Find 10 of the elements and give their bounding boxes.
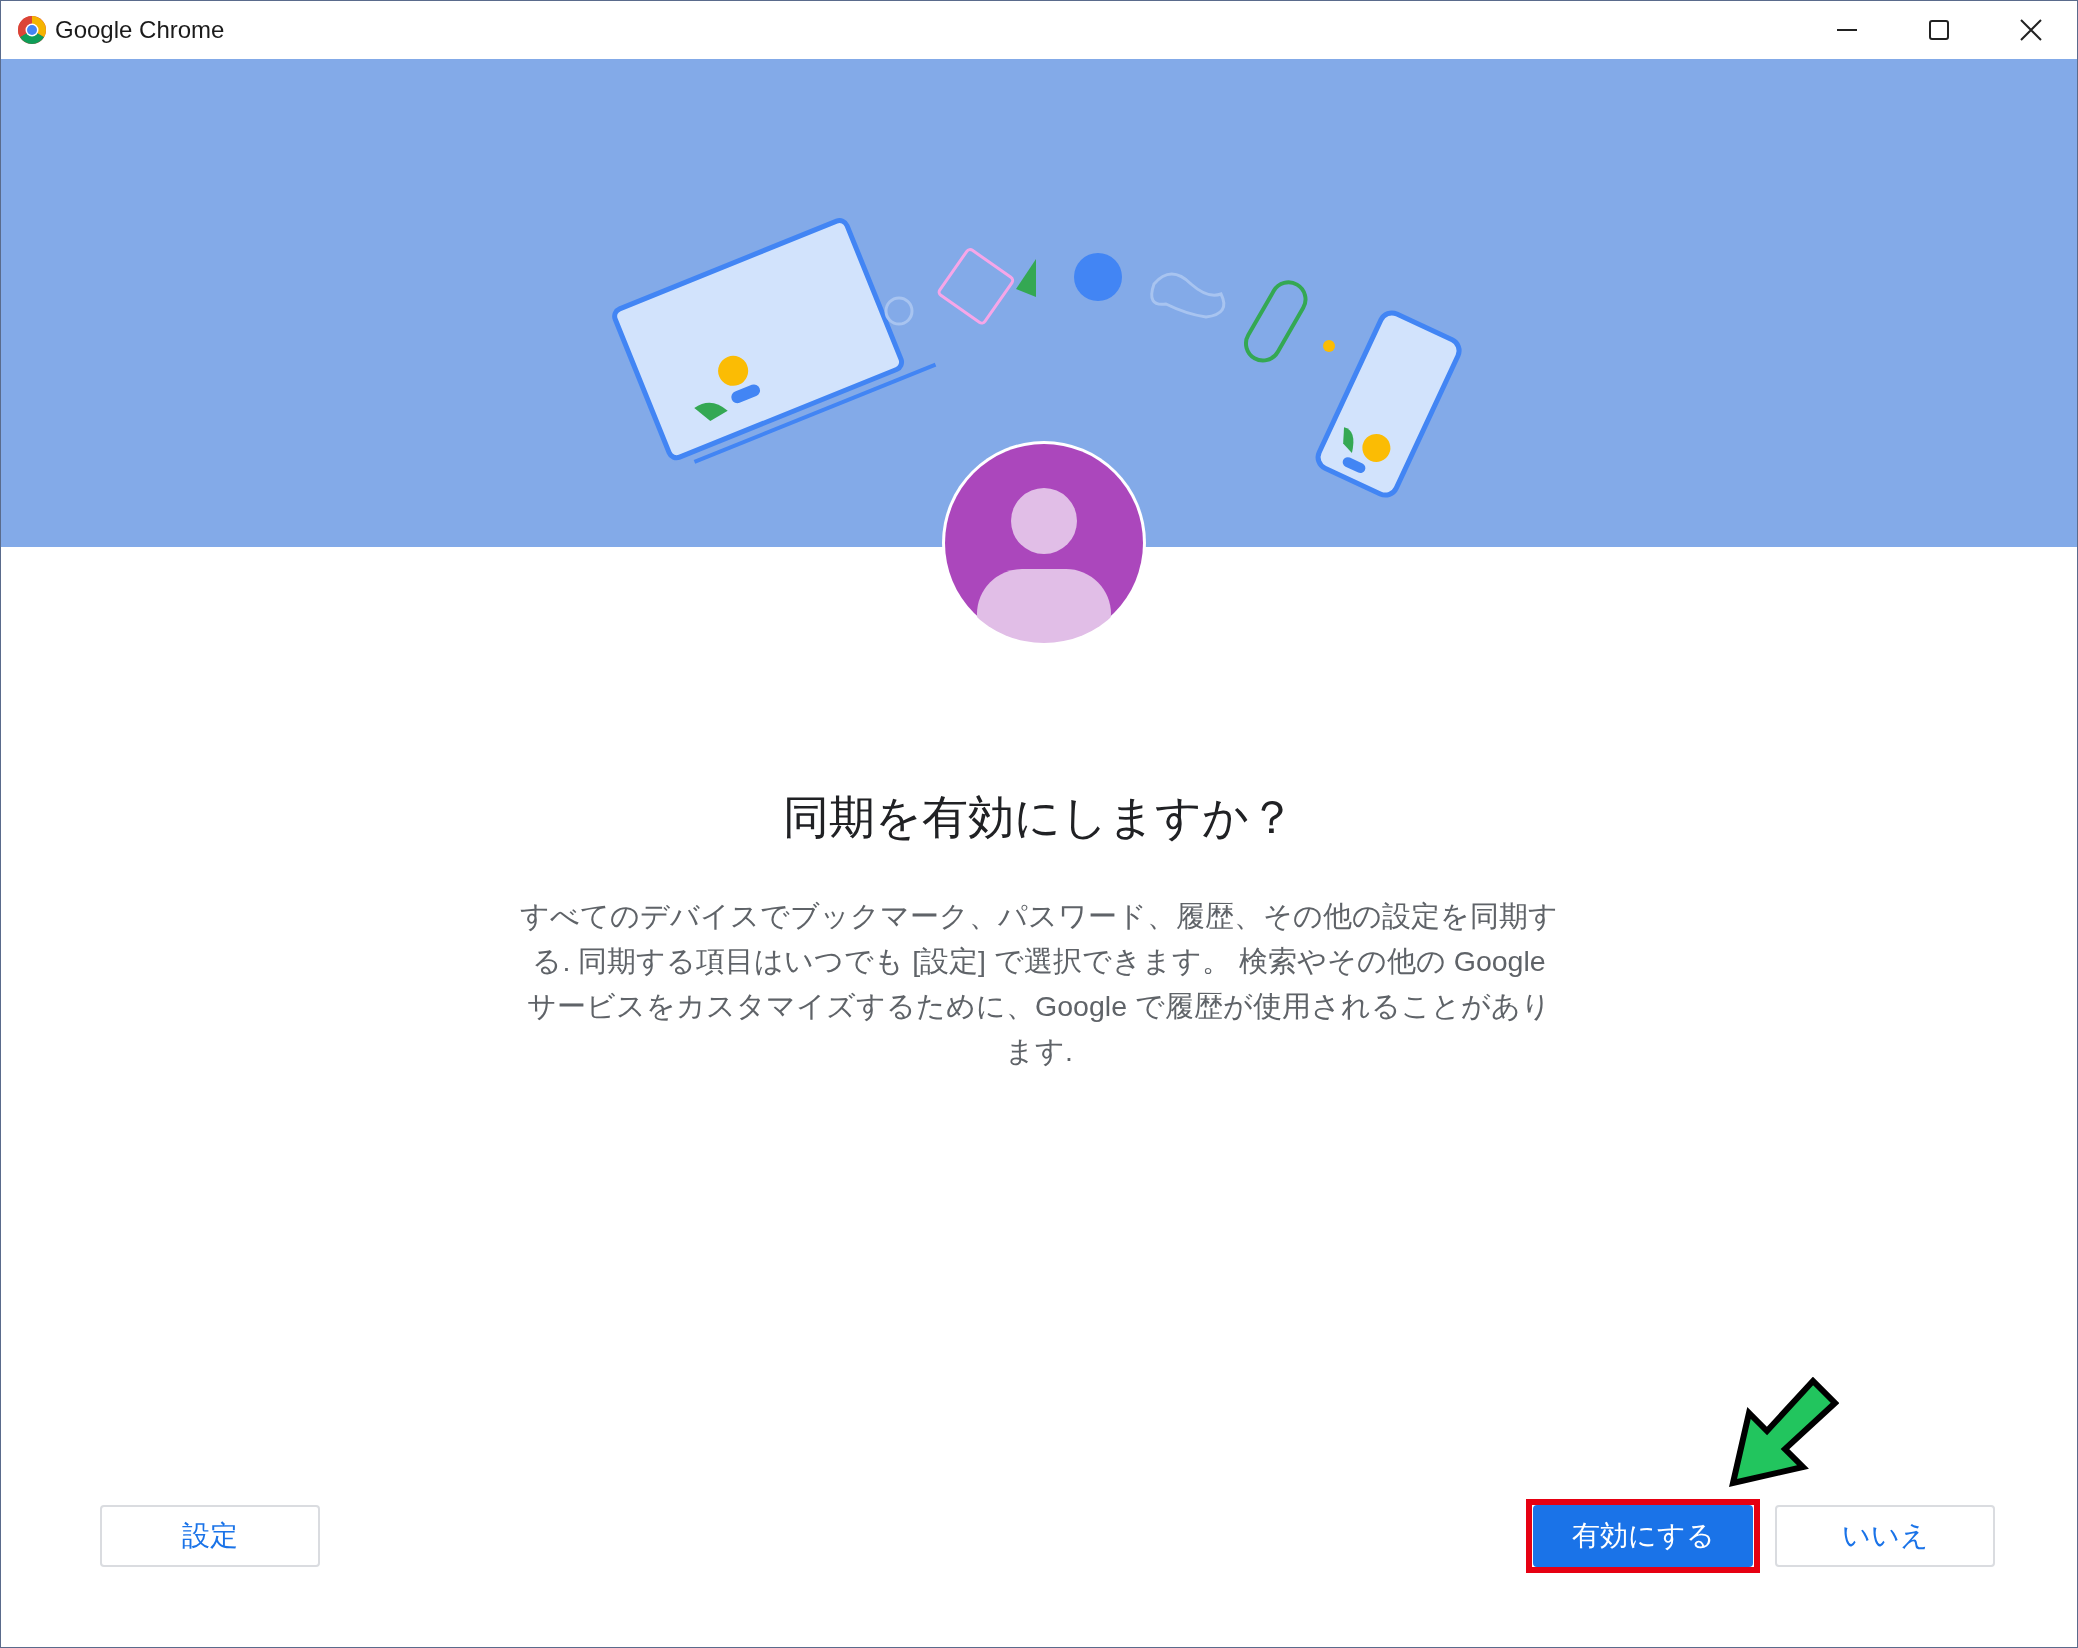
- dialog-description: すべてのデバイスでブックマーク、パスワード、履歴、その他の設定を同期する. 同期する項目はいつでも [設定] で選択できます。 検索やその他の Google サービスをカスタマイズするために、Google で履歴が使用されることがあります.: [519, 899, 1559, 1069]
- window-title: Google Chrome: [55, 15, 225, 45]
- chrome-logo-icon: [17, 15, 47, 45]
- close-icon: [2020, 19, 2042, 41]
- settings-button[interactable]: 設定: [100, 1505, 320, 1567]
- minimize-icon: [1837, 29, 1857, 31]
- maximize-icon: [1929, 20, 1949, 40]
- dialog-heading: 同期を有効にしますか？: [783, 790, 1295, 845]
- enable-button[interactable]: 有効にする: [1533, 1505, 1753, 1567]
- decline-button[interactable]: いいえ: [1775, 1505, 1995, 1567]
